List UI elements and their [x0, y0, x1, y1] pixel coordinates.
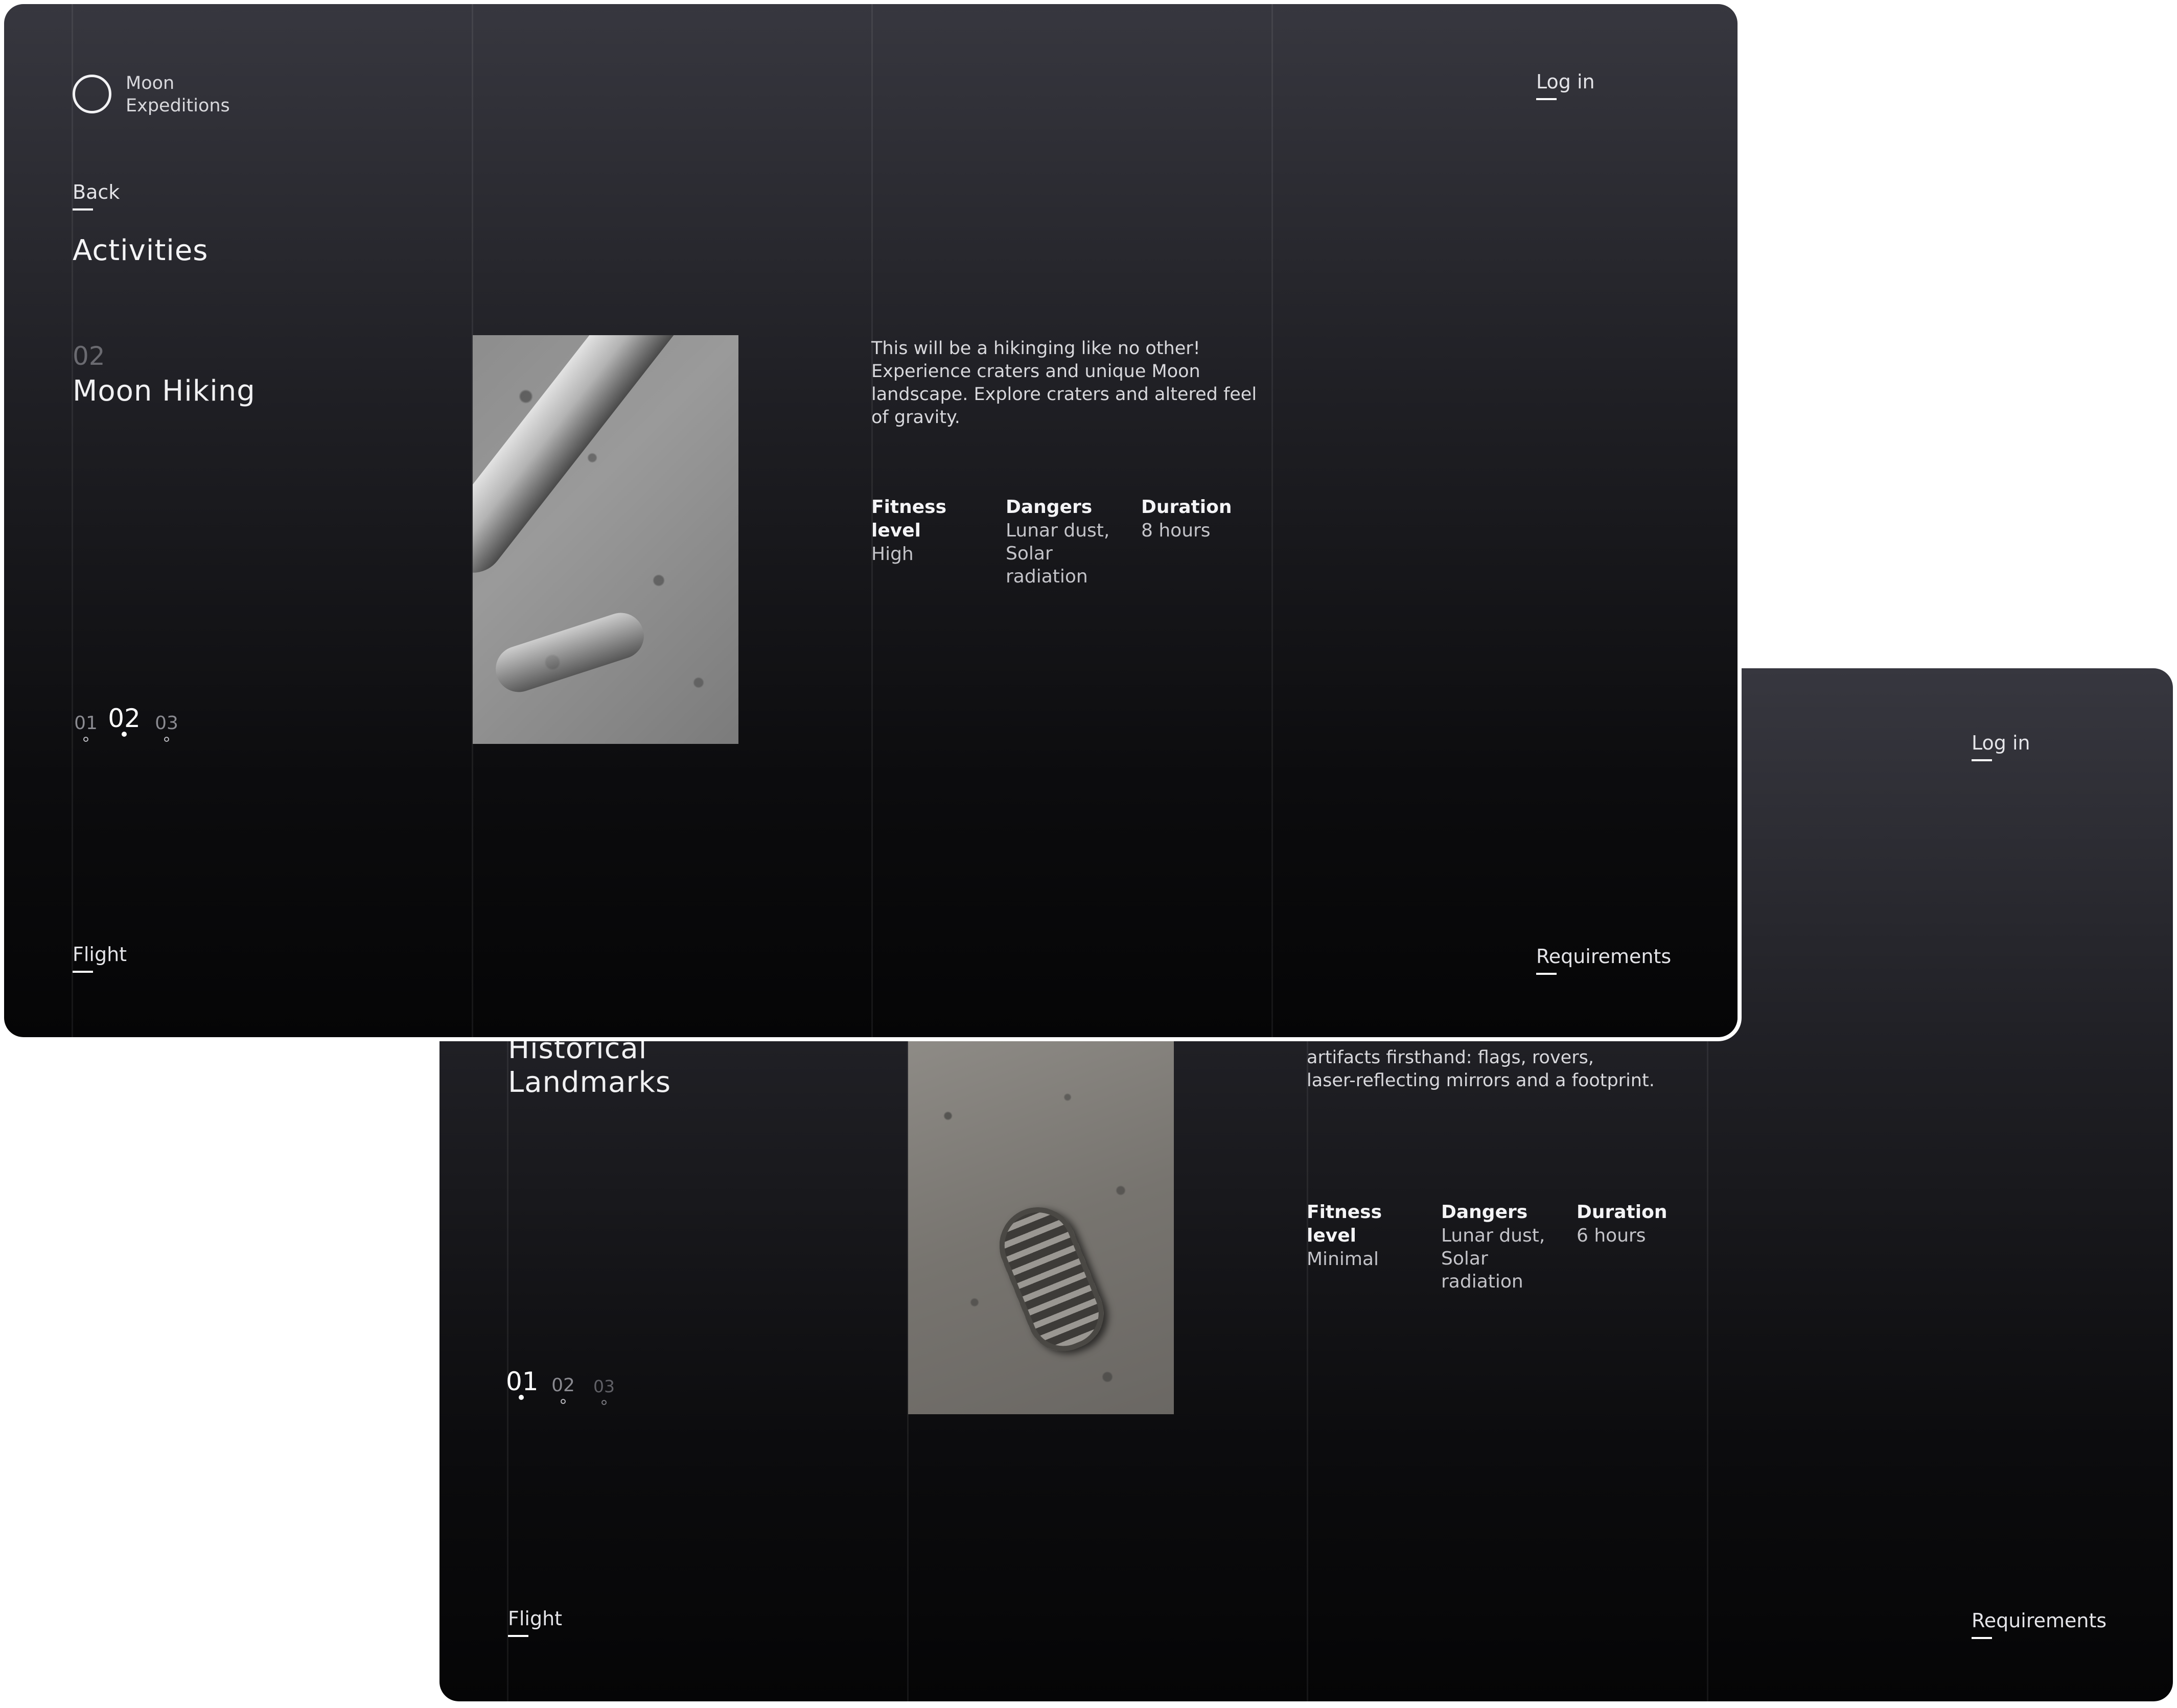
moon-hiking-screen: Moon Expeditions Log in Back Activities … [4, 4, 1738, 1037]
pager-dot [601, 1400, 607, 1405]
crater-ridge [490, 606, 650, 698]
stat-value: High [871, 544, 914, 565]
description-line1: artifacts firsthand: flags, rovers, [1307, 1047, 1594, 1068]
requirements-link[interactable]: Requirements [1536, 945, 1671, 975]
stat-value: Minimal [1307, 1249, 1379, 1270]
moon-surface-photo [473, 335, 738, 744]
activity-title: Moon Hiking [73, 375, 256, 408]
pager-number: 03 [155, 713, 178, 734]
stat-fitness: Fitness level High [871, 496, 984, 566]
activity-description: This will be a hikinging like no other! … [871, 338, 1257, 428]
pager-number: 02 [108, 704, 141, 733]
grid-line [1271, 4, 1273, 1037]
stat-duration: Duration 8 hours [1141, 496, 1269, 542]
page-title: Activities [73, 234, 209, 267]
brand-name[interactable]: Moon Expeditions [126, 72, 230, 117]
activity-number: 02 [73, 341, 105, 371]
stat-label: Dangers [1441, 1202, 1528, 1223]
stat-duration: Duration 6 hours [1577, 1201, 1704, 1247]
stat-dangers: Dangers Lunar dust, Solar radiation [1441, 1201, 1564, 1293]
stat-label: Duration [1141, 497, 1232, 518]
stat-fitness: Fitness level Minimal [1307, 1201, 1419, 1271]
grid-line [72, 4, 73, 1037]
stat-value: 8 hours [1141, 520, 1211, 541]
moon-logo-icon[interactable] [73, 75, 111, 113]
pager-number: 02 [551, 1375, 575, 1396]
pager-item-03[interactable]: 03 [151, 711, 182, 742]
stat-dangers: Dangers Lunar dust, Solar radiation [1006, 496, 1128, 588]
back-link[interactable]: Back [73, 181, 120, 210]
login-link[interactable]: Log in [1536, 71, 1595, 100]
pager-dot [561, 1399, 566, 1404]
stat-value: 6 hours [1577, 1225, 1646, 1246]
description-line2: laser-reflecting mirrors and a footprint… [1307, 1070, 1655, 1091]
pager-item-01[interactable]: 01 [506, 1367, 539, 1400]
requirements-link[interactable]: Requirements [1972, 1609, 2106, 1639]
crater-ridge [473, 335, 724, 586]
footprint-photo [908, 1041, 1174, 1414]
stat-label: Duration [1577, 1202, 1668, 1223]
brand-line1: Moon [126, 73, 175, 93]
pager-item-02[interactable]: 02 [106, 706, 142, 737]
stat-value: Lunar dust, Solar radiation [1441, 1225, 1545, 1292]
activity-title-line2: Landmarks [508, 1066, 671, 1099]
pager-item-01[interactable]: 01 [71, 711, 101, 742]
stat-value: Lunar dust, Solar radiation [1006, 520, 1110, 587]
stat-label: Fitness level [1307, 1202, 1382, 1246]
pager-number: 01 [506, 1367, 539, 1396]
login-link[interactable]: Log in [1972, 732, 2030, 761]
pager-number: 03 [593, 1376, 615, 1396]
activity-title: Historical Landmarks [508, 1032, 671, 1099]
flight-link[interactable]: Flight [508, 1607, 562, 1637]
pager-item-02[interactable]: 02 [548, 1373, 578, 1404]
pager-dot [164, 737, 169, 742]
stat-label: Fitness level [871, 497, 947, 541]
footprint-shape [988, 1196, 1115, 1362]
pager-dot [83, 737, 88, 742]
pager-item-03[interactable]: 03 [589, 1374, 619, 1405]
brand-line2: Expeditions [126, 96, 230, 116]
pager-number: 01 [74, 713, 98, 734]
flight-link[interactable]: Flight [73, 943, 127, 973]
stat-label: Dangers [1006, 497, 1093, 518]
activity-description: artifacts firsthand: flags, rovers, lase… [1307, 1046, 1695, 1092]
